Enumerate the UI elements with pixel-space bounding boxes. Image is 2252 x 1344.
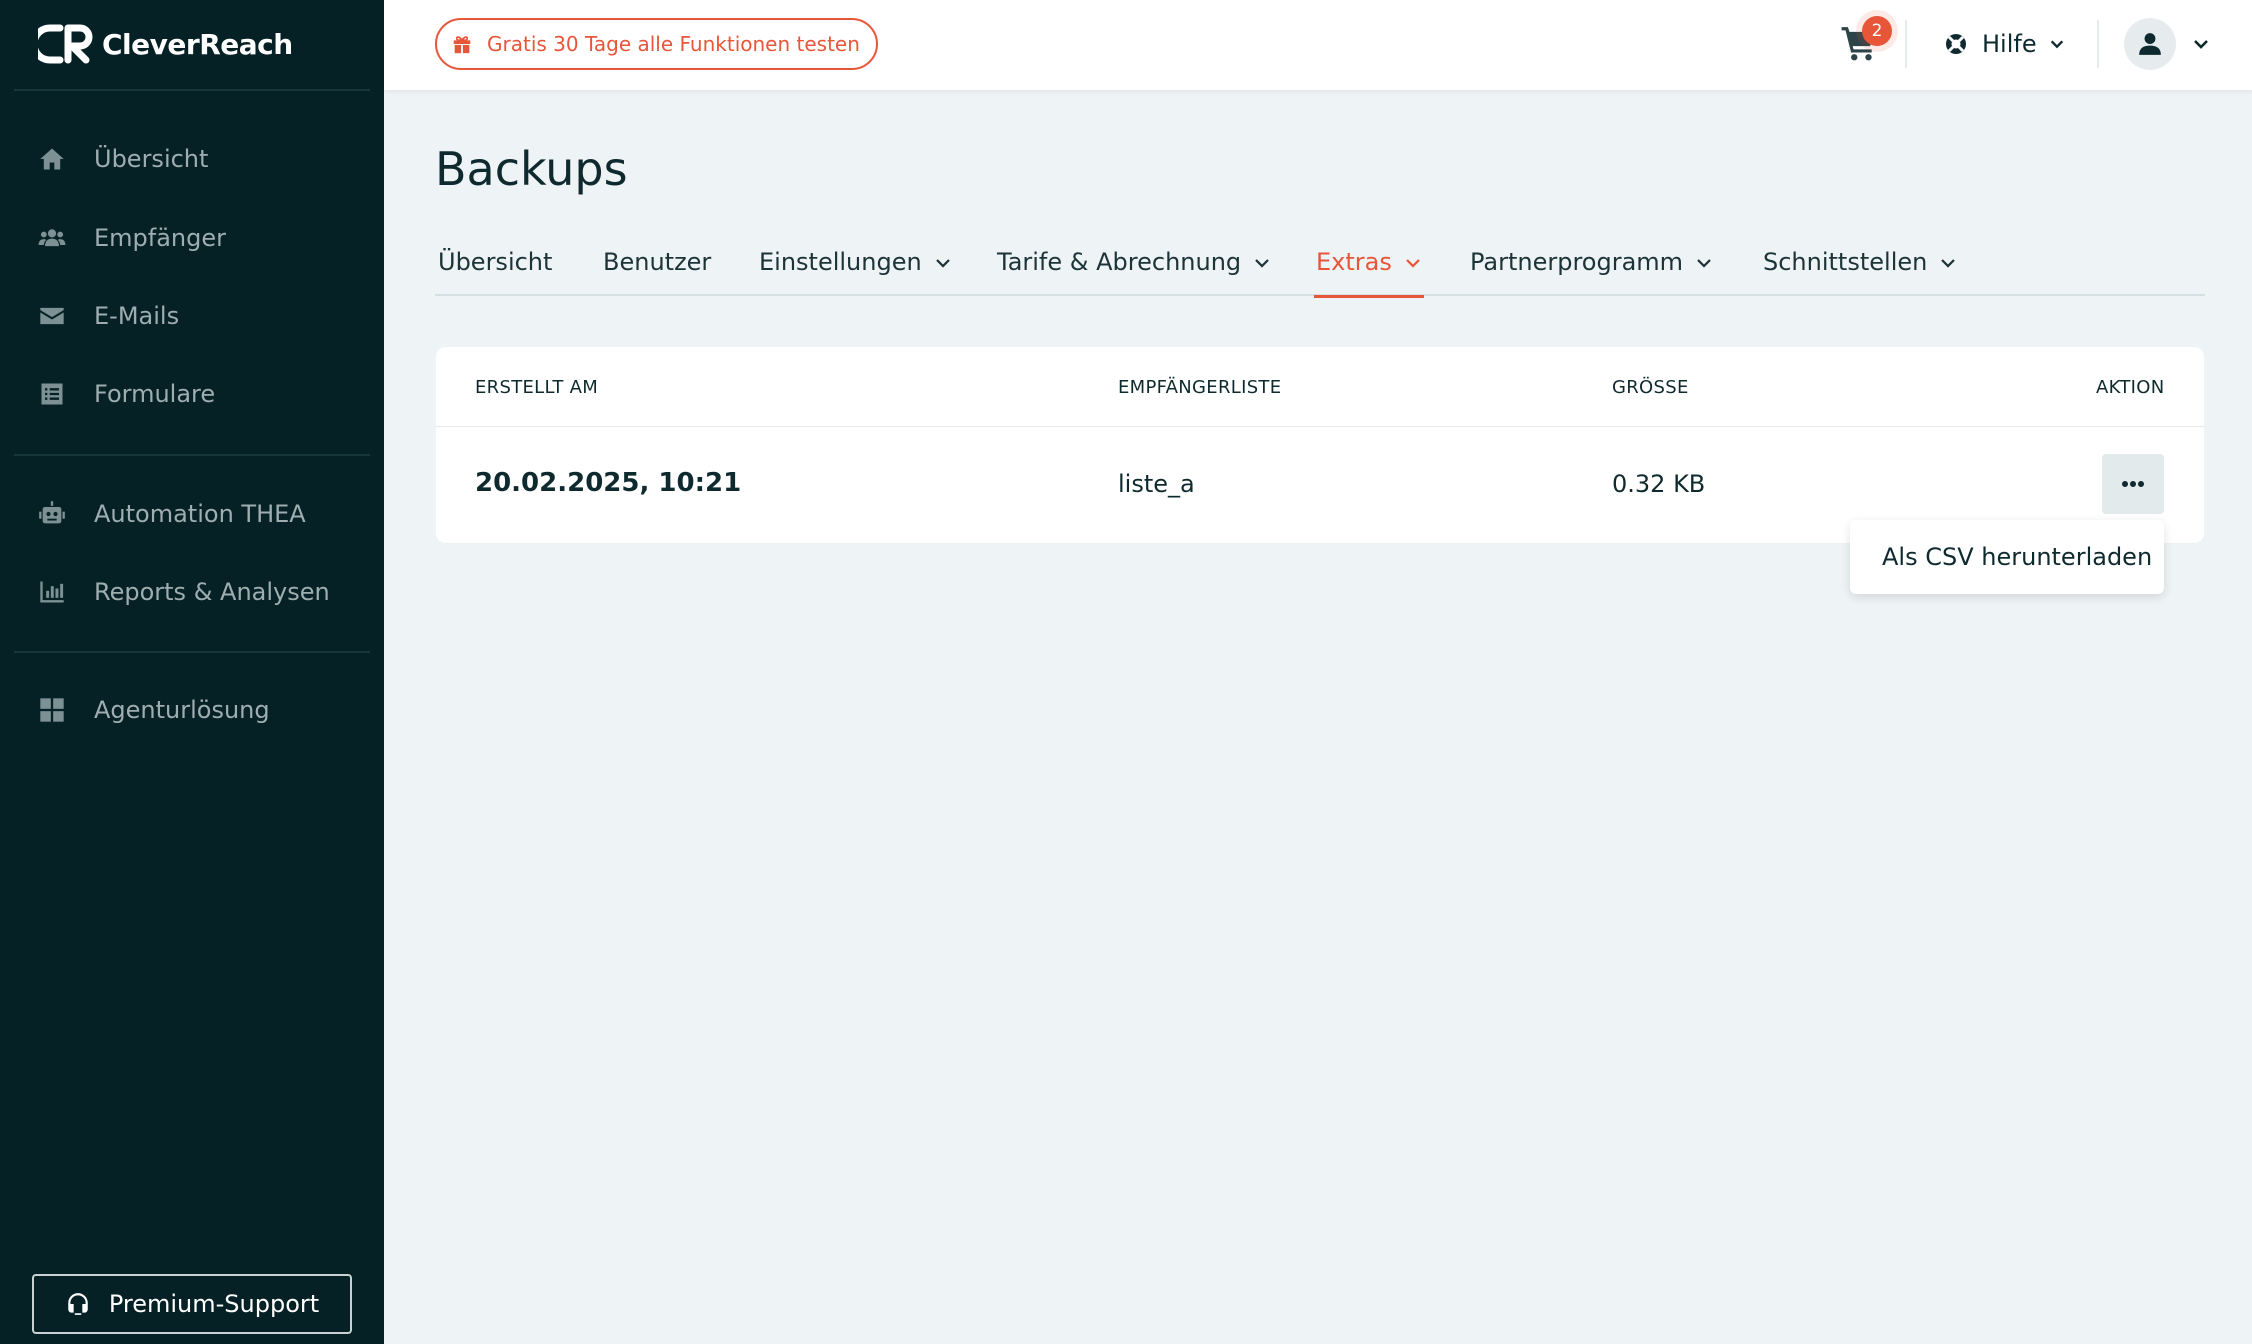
backups-table: ERSTELLT AM EMPFÄNGERLISTE GRÖSSE AKTION… (436, 347, 2204, 543)
sidebar-item-label: E-Mails (94, 302, 180, 330)
chevron-down-icon (1255, 259, 1269, 268)
sidebar-item-formulare[interactable]: Formulare (36, 372, 215, 416)
chevron-down-icon (1406, 259, 1420, 268)
sidebar-divider (14, 454, 370, 456)
top-bar: Gratis 30 Tage alle Funktionen testen 2 … (384, 0, 2252, 90)
sidebar-item-label: Empfänger (94, 224, 227, 252)
help-menu-button[interactable]: Hilfe (1944, 22, 2065, 66)
topbar-divider (2097, 20, 2099, 68)
settings-tabs: Übersicht Benutzer Einstellungen Tarife … (435, 240, 2205, 298)
trial-promo-label: Gratis 30 Tage alle Funktionen testen (487, 32, 860, 56)
sidebar-item-label: Automation THEA (94, 500, 306, 528)
tab-label: Extras (1316, 248, 1392, 276)
tab-extras[interactable]: Extras (1314, 240, 1424, 298)
more-horizontal-icon (2122, 481, 2144, 487)
premium-support-button[interactable]: Premium-Support (32, 1274, 352, 1334)
brand-name: CleverReach (102, 27, 293, 61)
sidebar-divider (14, 89, 370, 91)
sidebar-item-uebersicht[interactable]: Übersicht (36, 137, 208, 181)
lifebuoy-icon (1946, 34, 1966, 54)
tab-tarife-abrechnung[interactable]: Tarife & Abrechnung (997, 240, 1271, 296)
sidebar-divider (14, 651, 370, 653)
tab-label: Einstellungen (759, 248, 922, 276)
tab-schnittstellen[interactable]: Schnittstellen (1763, 240, 1957, 296)
backup-created-date: 20.02.2025, 10:21 (475, 468, 742, 498)
sidebar: CleverReach Übersicht Empfänger E-Mails … (0, 0, 384, 1344)
avatar (2124, 18, 2176, 70)
header-divider (436, 426, 2204, 427)
menu-item-label: Als CSV herunterladen (1882, 543, 2153, 571)
chevron-down-icon (1697, 259, 1711, 268)
cart-button[interactable]: 2 (1840, 16, 1900, 72)
trial-promo-button[interactable]: Gratis 30 Tage alle Funktionen testen (435, 18, 878, 70)
envelope-icon (36, 300, 68, 332)
tab-label: Tarife & Abrechnung (997, 248, 1242, 276)
chevron-down-icon (2050, 40, 2063, 49)
help-label: Hilfe (1982, 30, 2037, 58)
row-actions-button[interactable] (2102, 454, 2164, 514)
backup-size: 0.32 KB (1612, 470, 1706, 498)
tab-label: Partnerprogramm (1470, 248, 1684, 276)
tab-label: Schnittstellen (1763, 248, 1928, 276)
sidebar-item-agenturloesung[interactable]: Agenturlösung (36, 688, 270, 732)
chevron-down-icon (1941, 259, 1956, 268)
topbar-divider (1905, 20, 1907, 68)
users-icon (36, 222, 68, 254)
chevron-down-icon (935, 259, 950, 268)
column-header-aktion: AKTION (2096, 377, 2165, 398)
robot-icon (36, 498, 68, 530)
premium-support-label: Premium-Support (108, 1290, 320, 1318)
tab-benutzer[interactable]: Benutzer (603, 240, 711, 296)
backup-recipient-list: liste_a (1118, 470, 1195, 498)
sidebar-item-reports[interactable]: Reports & Analysen (36, 570, 330, 614)
sidebar-item-empfaenger[interactable]: Empfänger (36, 216, 226, 260)
gift-icon (453, 36, 471, 54)
tab-partnerprogramm[interactable]: Partnerprogramm (1470, 240, 1713, 296)
tab-label: Übersicht (438, 248, 553, 276)
column-header-erstellt-am: ERSTELLT AM (475, 377, 599, 398)
user-icon (2139, 33, 2161, 55)
sidebar-item-label: Agenturlösung (94, 696, 270, 724)
user-menu-button[interactable] (2124, 18, 2210, 70)
grid-icon (36, 694, 68, 726)
brand-logo[interactable]: CleverReach (38, 22, 293, 66)
page-title: Backups (435, 142, 628, 196)
form-icon (36, 378, 68, 410)
tab-label: Benutzer (603, 248, 712, 276)
cart-count-badge: 2 (1862, 16, 1892, 46)
home-icon (36, 143, 68, 175)
chevron-down-icon (2194, 40, 2208, 49)
headset-icon (68, 1293, 88, 1315)
tab-uebersicht[interactable]: Übersicht (438, 240, 552, 296)
bar-chart-icon (36, 576, 68, 608)
sidebar-item-label: Reports & Analysen (94, 578, 330, 606)
sidebar-item-label: Übersicht (94, 145, 209, 173)
cleverreach-logo-icon (38, 24, 93, 64)
sidebar-item-emails[interactable]: E-Mails (36, 294, 179, 338)
download-csv-menu-item[interactable]: Als CSV herunterladen (1850, 520, 2164, 594)
column-header-empfaengerliste: EMPFÄNGERLISTE (1118, 377, 1282, 398)
sidebar-item-label: Formulare (94, 380, 216, 408)
column-header-groesse: GRÖSSE (1612, 377, 1689, 398)
tab-einstellungen[interactable]: Einstellungen (759, 240, 952, 296)
sidebar-item-automation-thea[interactable]: Automation THEA (36, 492, 306, 536)
